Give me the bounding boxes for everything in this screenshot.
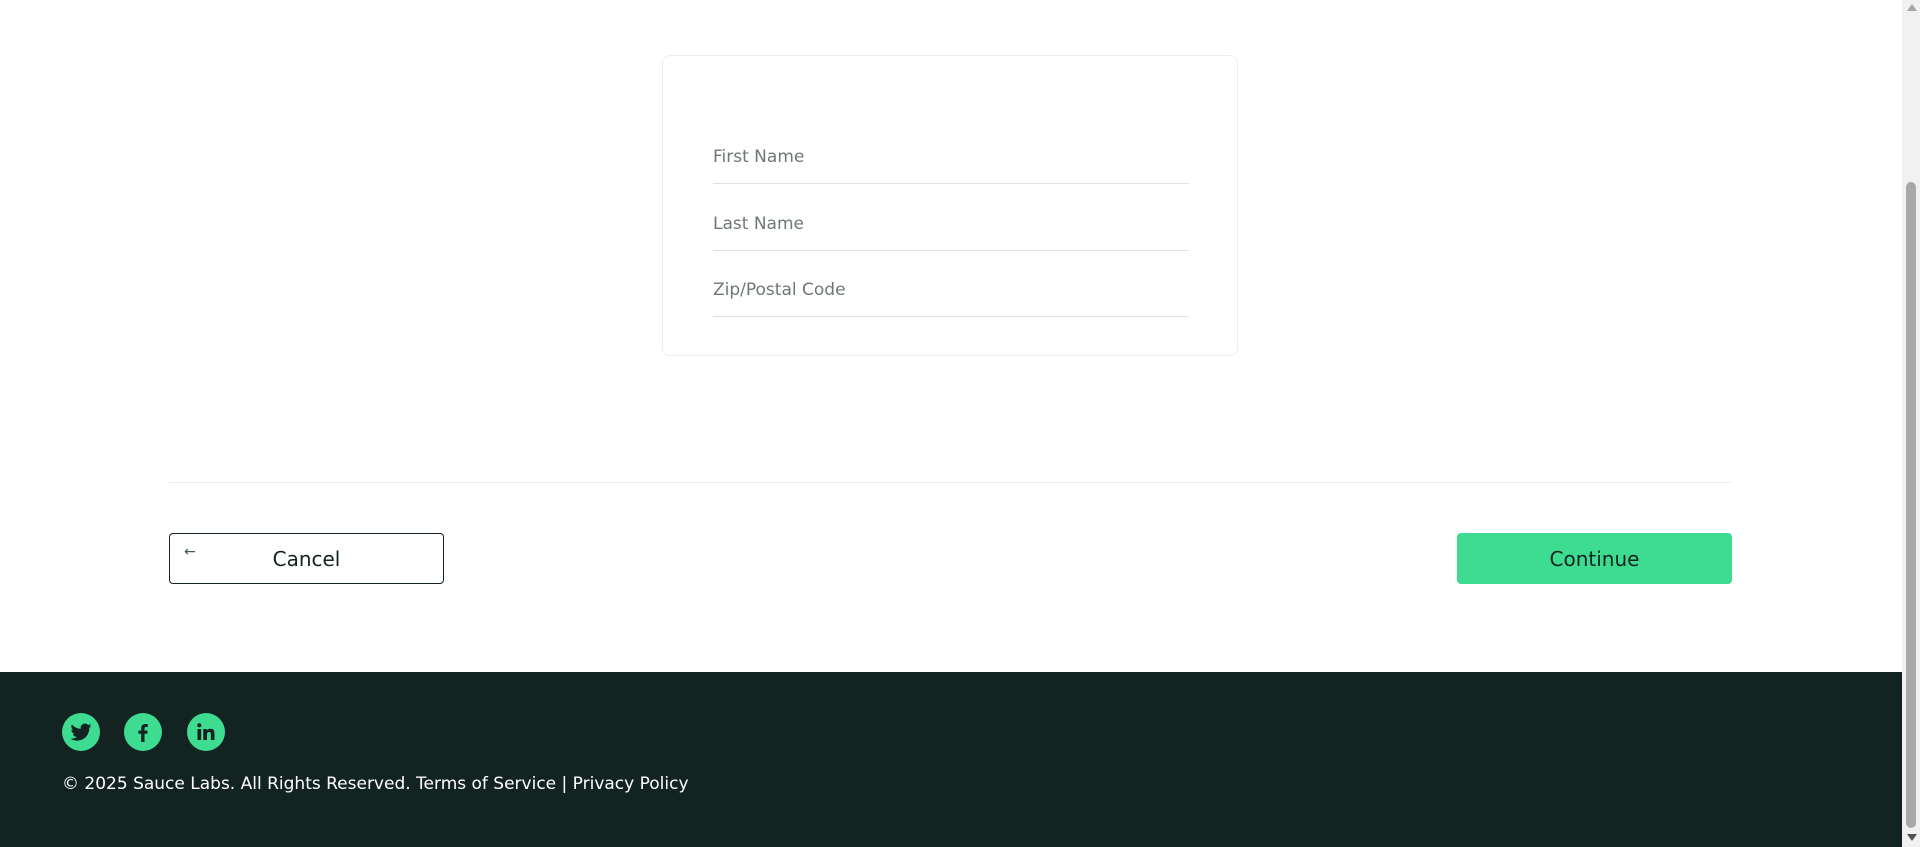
scroll-up-arrow-icon[interactable]	[1907, 4, 1917, 11]
divider	[169, 482, 1731, 483]
last-name-input[interactable]	[713, 198, 1189, 251]
continue-button-label: Continue	[1549, 546, 1640, 571]
cancel-button-label: Cancel	[272, 546, 341, 571]
scrollbar-thumb[interactable]	[1906, 182, 1916, 828]
footer-copyright: © 2025 Sauce Labs. All Rights Reserved. …	[62, 774, 689, 794]
vertical-scrollbar[interactable]	[1902, 0, 1920, 847]
checkout-info-form	[662, 55, 1238, 356]
postal-code-input[interactable]	[713, 264, 1189, 317]
twitter-icon	[70, 723, 92, 741]
linkedin-link[interactable]	[187, 713, 225, 751]
first-name-input[interactable]	[713, 131, 1189, 184]
cancel-button[interactable]: ← Cancel	[169, 533, 444, 584]
linkedin-icon	[197, 723, 215, 740]
back-arrow-icon: ←	[184, 544, 196, 560]
page: ← Cancel Continue © 2025 Sauce Labs. All…	[0, 0, 1902, 847]
facebook-icon	[138, 724, 148, 742]
footer: © 2025 Sauce Labs. All Rights Reserved. …	[0, 672, 1902, 847]
facebook-link[interactable]	[124, 713, 162, 751]
continue-button[interactable]: Continue	[1457, 533, 1732, 584]
scroll-down-arrow-icon[interactable]	[1907, 834, 1917, 841]
twitter-link[interactable]	[62, 713, 100, 751]
